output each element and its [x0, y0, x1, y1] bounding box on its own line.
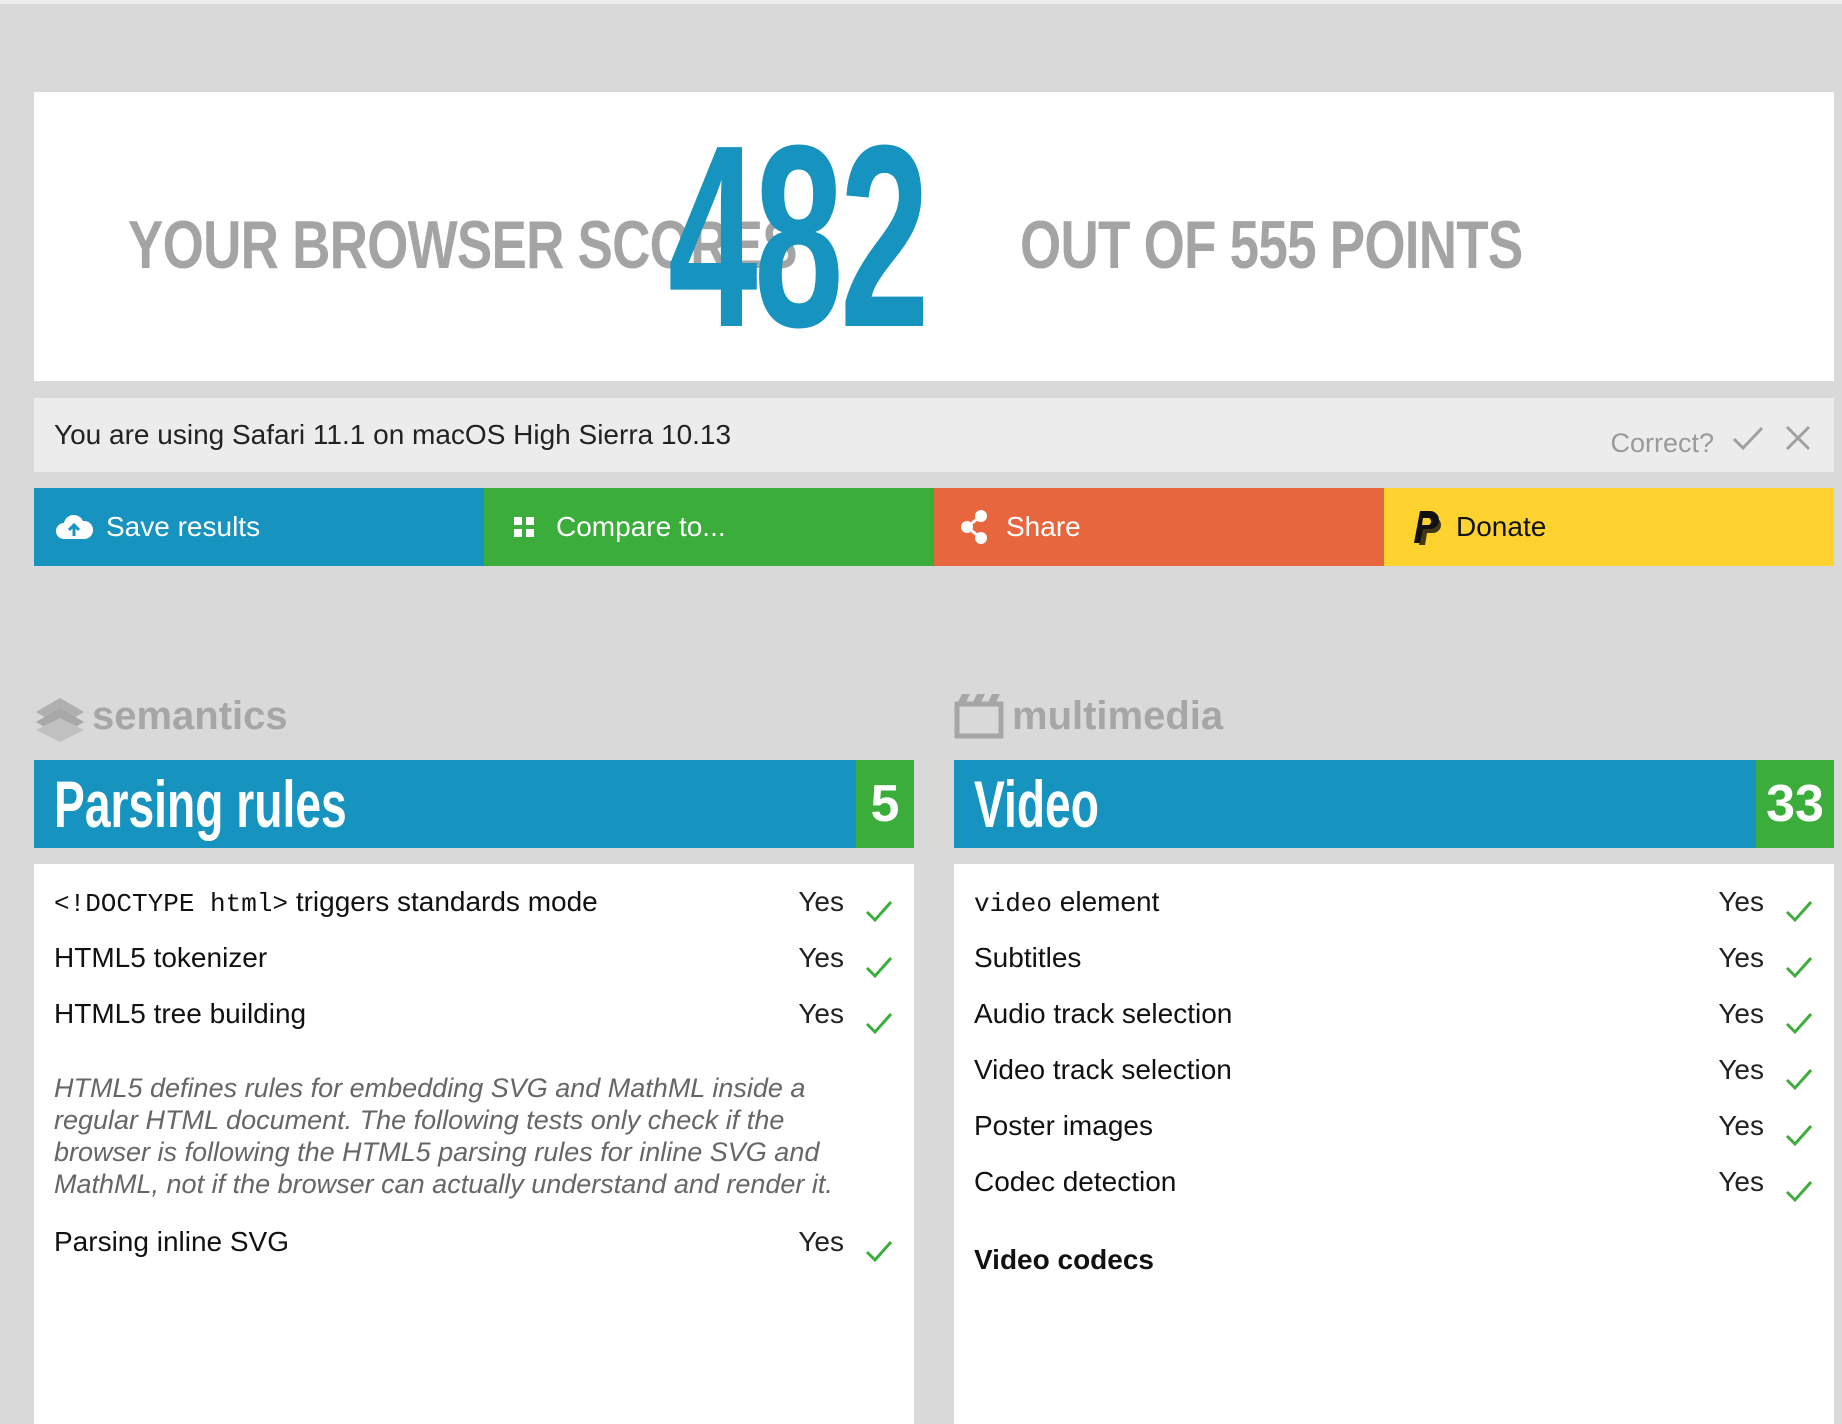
test-row: <!DOCTYPE html> triggers standards mode …	[34, 874, 914, 930]
save-results-button[interactable]: Save results	[34, 488, 484, 566]
save-results-label: Save results	[106, 511, 261, 542]
test-result: Yes	[1718, 1166, 1764, 1197]
test-label: <!DOCTYPE html> triggers standards mode	[54, 874, 598, 932]
check-icon	[864, 888, 894, 923]
score-value: 482	[668, 92, 930, 382]
test-code: video	[974, 889, 1053, 919]
test-row: HTML5 tokenizer Yes	[34, 930, 914, 986]
parsing-rules-header[interactable]: Parsing rules 5	[34, 760, 914, 848]
check-icon	[1784, 1312, 1814, 1318]
parsing-rules-list: <!DOCTYPE html> triggers standards mode …	[34, 864, 914, 1424]
test-row: Video track selection Yes	[954, 1042, 1834, 1098]
layers-icon	[34, 690, 86, 742]
share-label: Share	[1006, 511, 1081, 542]
check-icon	[1784, 944, 1814, 979]
share-icon	[954, 507, 994, 547]
multimedia-label: multimedia	[1012, 693, 1224, 738]
check-icon[interactable]	[1728, 418, 1768, 458]
test-row: Poster images Yes	[954, 1098, 1834, 1154]
test-row: Audio track selection Yes	[954, 986, 1834, 1042]
film-icon	[954, 690, 1006, 742]
cloud-upload-icon	[54, 507, 94, 547]
check-icon	[1784, 1112, 1814, 1147]
category-score: 5	[856, 760, 914, 848]
test-label: Subtitles	[974, 942, 1082, 973]
paypal-icon	[1404, 507, 1444, 547]
test-result: Yes	[1718, 1054, 1764, 1085]
video-header[interactable]: Video 33	[954, 760, 1834, 848]
action-bar: Save results Compare to... Share Donate	[34, 488, 1834, 566]
test-result: Yes	[798, 942, 844, 973]
score-suffix: OUT OF 555 POINTS	[1020, 207, 1523, 283]
test-result: Yes	[798, 1226, 844, 1257]
browser-detection-bar: You are using Safari 11.1 on macOS High …	[34, 398, 1834, 472]
video-category: Video 33 video element Yes Subtitles Yes…	[954, 760, 1834, 1424]
test-result: Yes	[1718, 942, 1764, 973]
share-button[interactable]: Share	[934, 488, 1384, 566]
category-title: Parsing rules	[54, 767, 347, 841]
test-row: Subtitles Yes	[954, 930, 1834, 986]
test-row: MPEG-4 ASP support Yes	[954, 1288, 1834, 1318]
multimedia-heading[interactable]: multimedia	[954, 688, 1223, 744]
check-icon	[864, 944, 894, 979]
test-label: Video track selection	[974, 1054, 1232, 1085]
test-code: <!DOCTYPE html>	[54, 889, 289, 919]
test-result: Yes	[1718, 1110, 1764, 1141]
test-label: HTML5 tree building	[54, 998, 307, 1029]
check-icon	[864, 1228, 894, 1263]
test-label: Poster images	[974, 1110, 1153, 1141]
compare-label: Compare to...	[556, 511, 726, 542]
grid-icon	[504, 507, 544, 547]
test-result: Yes	[798, 998, 844, 1029]
test-label: HTML5 tokenizer	[54, 942, 268, 973]
test-label: MPEG-4 ASP support	[974, 1302, 1244, 1318]
test-label-text: triggers standards mode	[288, 886, 598, 917]
test-result: Yes	[798, 886, 844, 917]
test-result: Yes	[1718, 998, 1764, 1029]
parsing-rules-category: Parsing rules 5 <!DOCTYPE html> triggers…	[34, 760, 914, 1424]
test-result: Yes	[1718, 886, 1764, 917]
video-codecs-heading: Video codecs	[974, 1244, 1155, 1275]
test-label: Audio track selection	[974, 998, 1233, 1029]
category-score: 33	[1756, 760, 1834, 848]
test-label: video element	[974, 874, 1159, 932]
browser-detection-text: You are using Safari 11.1 on macOS High …	[54, 419, 732, 450]
semantics-heading[interactable]: semantics	[34, 688, 288, 744]
test-row: Parsing inline SVG Yes	[34, 1214, 914, 1270]
category-title: Video	[974, 767, 1099, 841]
test-result: Yes	[1718, 1302, 1764, 1318]
semantics-label: semantics	[92, 693, 288, 738]
test-row: HTML5 tree building Yes	[34, 986, 914, 1042]
check-icon	[1784, 1056, 1814, 1091]
donate-label: Donate	[1456, 511, 1547, 542]
test-label: Codec detection	[974, 1166, 1177, 1197]
test-label: Parsing inline SVG	[54, 1226, 290, 1257]
test-row: video element Yes	[954, 874, 1834, 930]
parsing-note: HTML5 defines rules for embedding SVG an…	[54, 1073, 833, 1199]
check-icon	[864, 1000, 894, 1035]
compare-button[interactable]: Compare to...	[484, 488, 934, 566]
check-icon	[1784, 1000, 1814, 1035]
check-icon	[1784, 1168, 1814, 1203]
close-icon[interactable]	[1778, 418, 1818, 458]
test-label-text: element	[1052, 886, 1160, 917]
video-list: video element Yes Subtitles Yes Audio tr…	[954, 864, 1834, 1424]
correct-question: Correct?	[1610, 428, 1714, 458]
check-icon	[1784, 888, 1814, 923]
donate-button[interactable]: Donate	[1384, 488, 1834, 566]
test-row: Codec detection Yes	[954, 1154, 1834, 1210]
top-edge	[0, 0, 1842, 4]
